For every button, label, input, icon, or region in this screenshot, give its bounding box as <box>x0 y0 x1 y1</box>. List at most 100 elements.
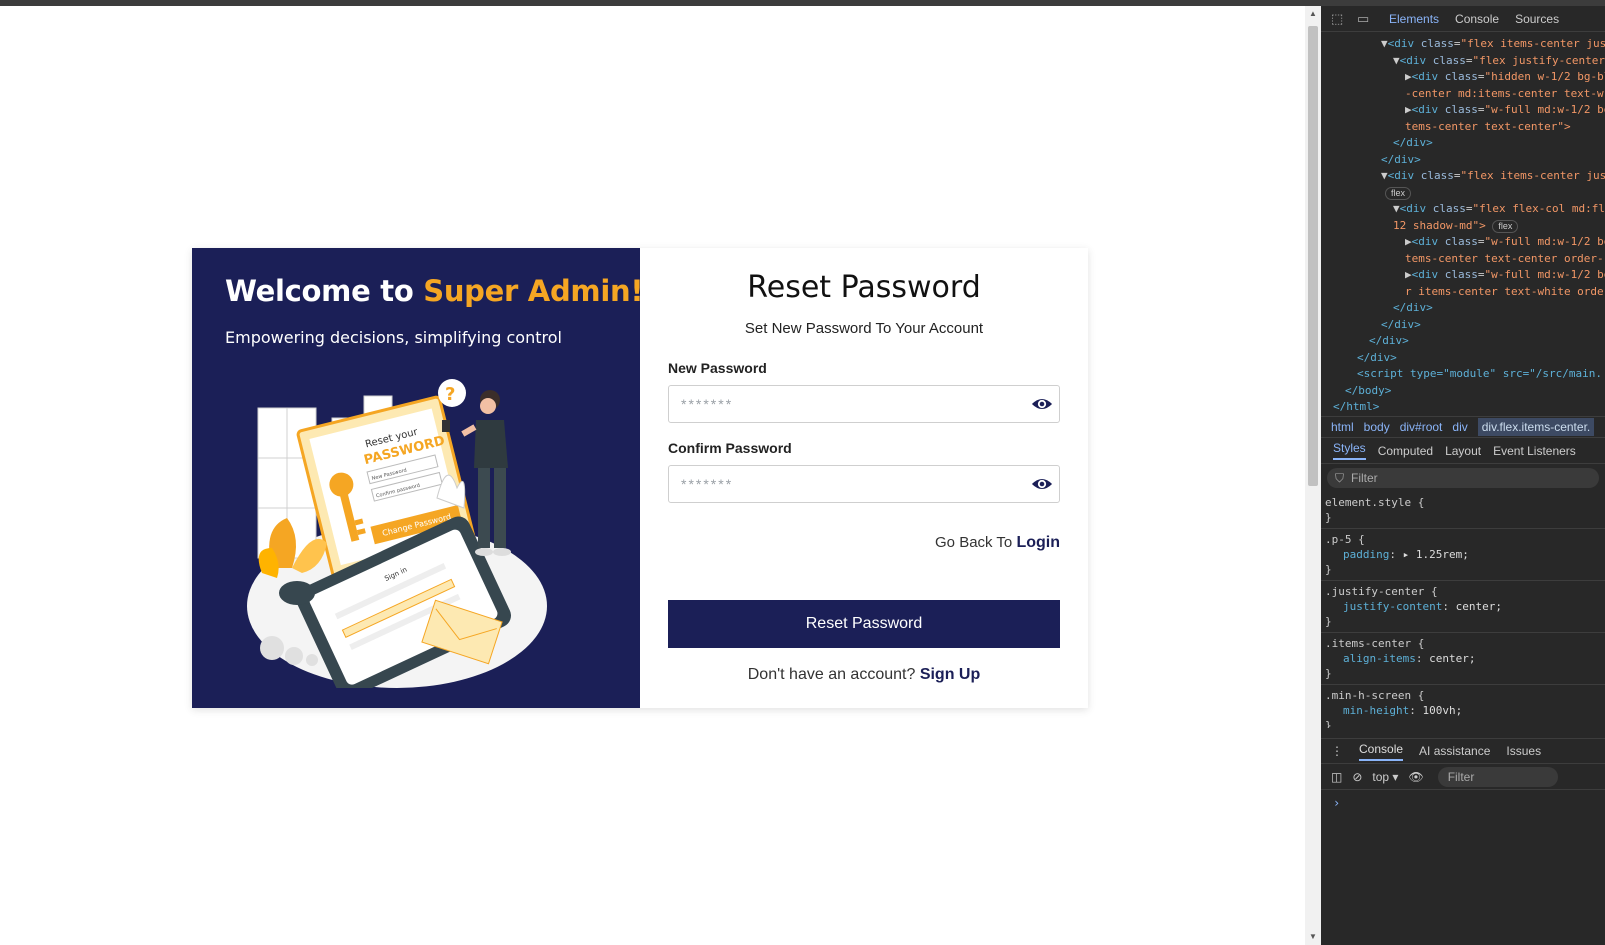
css-selector: .min-h-screen { <box>1325 689 1425 702</box>
new-password-field-wrap <box>668 385 1060 423</box>
tab-elements[interactable]: Elements <box>1389 12 1439 26</box>
dom-tree-line[interactable]: tems-center text-center order- <box>1405 251 1604 267</box>
css-rule[interactable]: .min-h-screen {min-height: 100vh;} <box>1321 685 1605 728</box>
dom-tree-line[interactable]: ▼<div class="flex items-center just <box>1381 168 1605 184</box>
dom-tree-line[interactable]: ▶<div class="w-full md:w-1/2 bg <box>1405 267 1605 283</box>
dom-tree-line[interactable]: </div> <box>1393 300 1433 316</box>
breadcrumb-item[interactable]: body <box>1364 420 1390 434</box>
form-panel: Reset Password Set New Password To Your … <box>640 248 1088 708</box>
css-declaration[interactable]: align-items: center; <box>1325 651 1601 666</box>
dom-tree-line[interactable]: flex <box>1385 185 1412 201</box>
breadcrumb-item[interactable]: html <box>1331 420 1354 434</box>
dom-tree-line[interactable]: </body> <box>1345 383 1391 399</box>
signup-row: Don't have an account? Sign Up <box>640 666 1088 684</box>
device-toolbar-icon[interactable]: ▭ <box>1357 11 1373 27</box>
dom-tree-line[interactable]: <script type="module" src="/src/main. <box>1357 366 1602 382</box>
breadcrumb-item[interactable]: div#root <box>1400 420 1443 434</box>
dom-tree-line[interactable]: ▼<div class="flex flex-col md:fle <box>1393 201 1605 217</box>
drawer-menu-icon[interactable]: ⋮ <box>1331 744 1343 758</box>
css-rule[interactable]: .p-5 {padding: ▸ 1.25rem;} <box>1321 529 1605 581</box>
dom-tree-line[interactable]: ▼<div class="flex items-center just <box>1381 36 1605 52</box>
clear-console-icon[interactable]: ⊘ <box>1352 770 1362 784</box>
show-password-eye-icon[interactable] <box>1031 395 1053 413</box>
reset-password-button[interactable]: Reset Password <box>668 600 1060 648</box>
css-declaration[interactable]: padding: ▸ 1.25rem; <box>1325 547 1601 562</box>
styles-filter-input[interactable]: ⛉ Filter <box>1327 468 1599 488</box>
css-selector: element.style { <box>1325 496 1425 509</box>
breadcrumb-item-active[interactable]: div.flex.items-center. <box>1477 418 1595 436</box>
dom-tree-line[interactable]: </div> <box>1369 333 1409 349</box>
scroll-up-icon[interactable]: ▲ <box>1308 9 1318 19</box>
dom-tree-line[interactable]: 12 shadow-md"> flex <box>1393 218 1519 234</box>
css-selector: .p-5 { <box>1325 533 1365 546</box>
welcome-prefix: Welcome to <box>225 274 424 308</box>
console-prompt[interactable]: › <box>1333 796 1340 810</box>
css-declaration[interactable]: justify-content: center; <box>1325 599 1601 614</box>
css-declaration[interactable]: min-height: 100vh; <box>1325 703 1601 718</box>
confirm-password-label: Confirm Password <box>668 440 792 456</box>
signup-text: Don't have an account? <box>747 666 920 683</box>
drawer-tab-console[interactable]: Console <box>1359 742 1404 761</box>
signup-link[interactable]: Sign Up <box>920 666 980 683</box>
tab-sources[interactable]: Sources <box>1515 12 1559 26</box>
hero-tagline: Empowering decisions, simplifying contro… <box>225 328 562 347</box>
hero-panel: Welcome to Super Admin! Empowering decis… <box>192 248 640 708</box>
dom-tree: ▼<div class="flex items-center just ▼<div… <box>1321 32 1605 416</box>
reset-password-illustration: Reset your PASSWORD New Password Confirm… <box>247 379 547 688</box>
dom-tree-line[interactable]: </div> <box>1357 350 1397 366</box>
page-scrollbar[interactable]: ▲ ▼ <box>1305 6 1321 945</box>
breadcrumb-item[interactable]: div <box>1452 420 1467 434</box>
dom-tree-line[interactable]: </div> <box>1381 152 1421 168</box>
new-password-label: New Password <box>668 360 767 376</box>
console-toolbar: ◫ ⊘ top ▾ 👁 Filter <box>1321 764 1605 790</box>
dom-tree-line[interactable]: </div> <box>1393 135 1433 151</box>
new-password-input[interactable] <box>669 386 1009 422</box>
devtools-panel: ⬚ ▭ Elements Console Sources ▼<div class… <box>1321 6 1605 945</box>
dom-breadcrumb: html body div#root div div.flex.items-ce… <box>1321 416 1605 438</box>
css-selector: .justify-center { <box>1325 585 1438 598</box>
styles-tabbar: Styles Computed Layout Event Listeners <box>1321 438 1605 464</box>
dom-tree-line[interactable]: tems-center text-center"> <box>1405 119 1571 135</box>
dom-tree-line[interactable]: ▶<div class="w-full md:w-1/2 bg <box>1405 234 1605 250</box>
devtools-tabbar: ⬚ ▭ Elements Console Sources <box>1321 6 1605 32</box>
context-selector[interactable]: top ▾ <box>1372 770 1398 784</box>
console-filter-input[interactable]: Filter <box>1437 766 1558 787</box>
tab-event-listeners[interactable]: Event Listeners <box>1493 444 1576 458</box>
filter-icon: ⛉ <box>1335 471 1345 485</box>
go-back-row: Go Back To Login <box>935 534 1060 552</box>
confirm-password-input[interactable] <box>669 466 1009 502</box>
css-selector: .items-center { <box>1325 637 1425 650</box>
css-rules: element.style {} .p-5 {padding: ▸ 1.25rem… <box>1321 492 1605 728</box>
go-back-text: Go Back To <box>935 534 1017 551</box>
css-rule[interactable]: .justify-center {justify-content: center… <box>1321 581 1605 633</box>
tab-console[interactable]: Console <box>1455 12 1499 26</box>
live-expression-eye-icon[interactable]: 👁 <box>1408 770 1423 784</box>
page-viewport: Welcome to Super Admin! Empowering decis… <box>0 6 1305 945</box>
dom-tree-line[interactable]: </html> <box>1333 399 1379 415</box>
login-link[interactable]: Login <box>1016 534 1060 551</box>
dom-tree-line[interactable]: ▶<div class="w-full md:w-1/2 bg <box>1405 102 1605 118</box>
styles-filter-placeholder: Filter <box>1351 471 1378 485</box>
drawer-tab-ai-assistance[interactable]: AI assistance <box>1419 744 1490 758</box>
welcome-heading: Welcome to Super Admin! <box>225 274 640 308</box>
drawer-tabbar: ⋮ Console AI assistance Issues <box>1321 738 1605 764</box>
dom-tree-line[interactable]: -center md:items-center text-w <box>1405 86 1604 102</box>
svg-text:?: ? <box>445 384 455 405</box>
dom-tree-line[interactable]: r items-center text-white orde <box>1405 284 1604 300</box>
dom-tree-line[interactable]: ▼<div class="flex justify-center <box>1393 53 1605 69</box>
dom-tree-line[interactable]: ▶<div class="hidden w-1/2 bg-bl <box>1405 69 1605 85</box>
form-subtitle: Set New Password To Your Account <box>744 320 984 337</box>
css-rule[interactable]: element.style {} <box>1321 492 1605 529</box>
dom-tree-line[interactable]: </div> <box>1381 317 1421 333</box>
tab-computed[interactable]: Computed <box>1378 444 1433 458</box>
inspect-element-icon[interactable]: ⬚ <box>1331 11 1347 27</box>
css-rule[interactable]: .items-center {align-items: center;} <box>1321 633 1605 685</box>
sidebar-toggle-icon[interactable]: ◫ <box>1331 770 1342 784</box>
scroll-down-icon[interactable]: ▼ <box>1308 932 1318 942</box>
tab-styles[interactable]: Styles <box>1333 441 1366 460</box>
show-confirm-password-eye-icon[interactable] <box>1031 475 1053 493</box>
drawer-tab-issues[interactable]: Issues <box>1506 744 1541 758</box>
form-title: Reset Password <box>747 270 981 305</box>
tab-layout[interactable]: Layout <box>1445 444 1481 458</box>
scroll-thumb[interactable] <box>1308 26 1318 486</box>
